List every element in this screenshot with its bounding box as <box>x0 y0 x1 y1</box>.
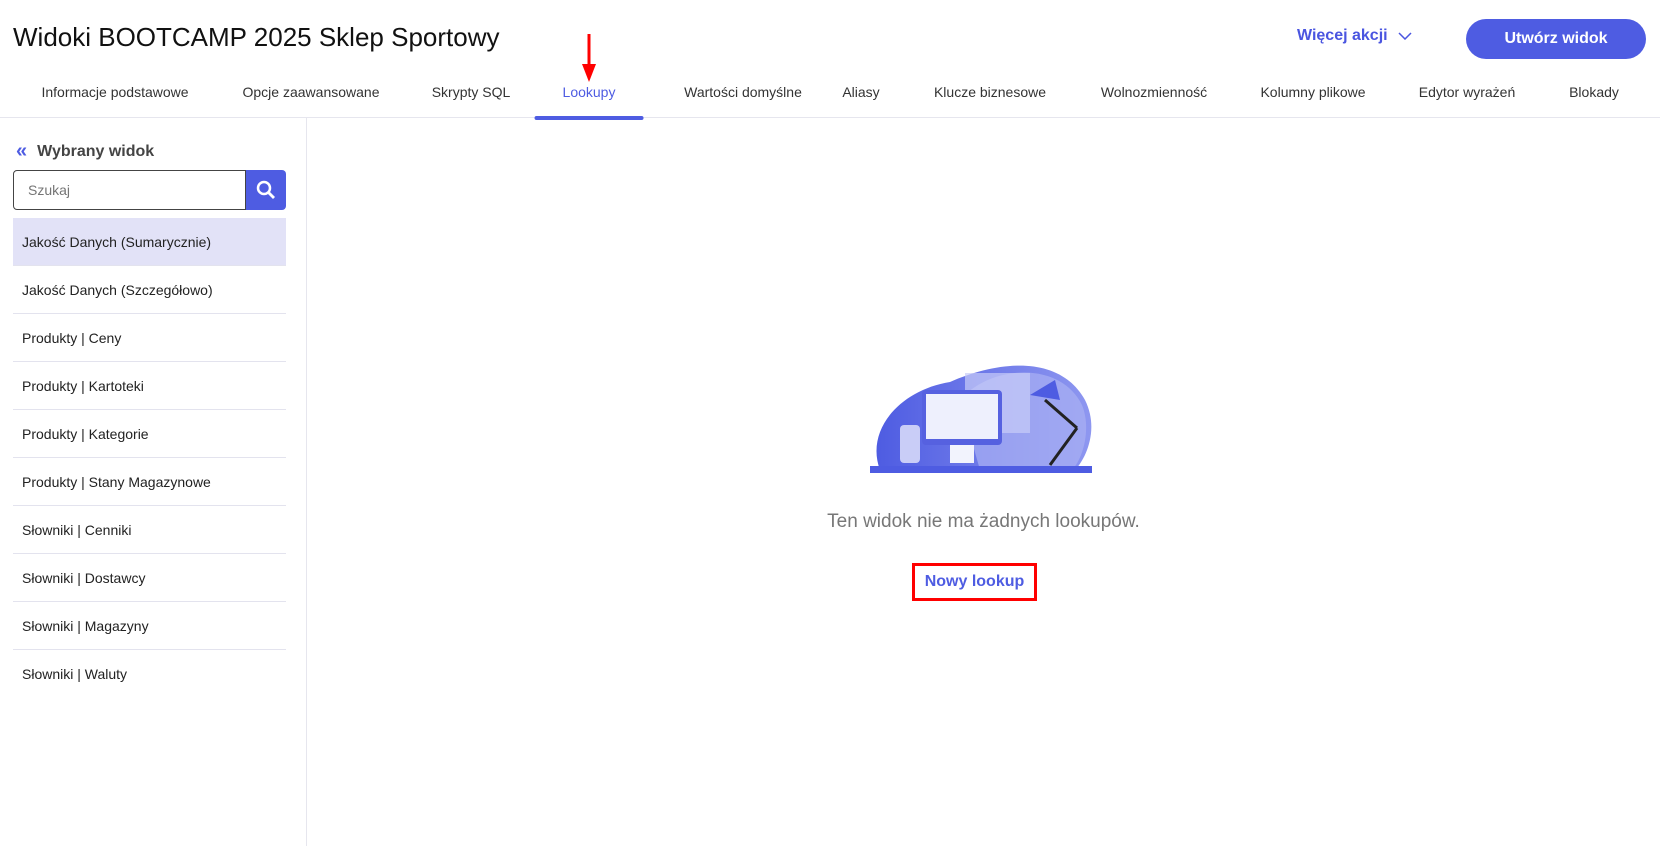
tab-business-keys[interactable]: Klucze biznesowe <box>934 84 1046 118</box>
chevron-down-icon <box>1398 27 1412 45</box>
list-item[interactable]: Jakość Danych (Sumarycznie) <box>13 218 286 266</box>
sidebar-header: « Wybrany widok <box>16 140 154 163</box>
tab-sql-scripts[interactable]: Skrypty SQL <box>432 84 511 118</box>
tab-lookups[interactable]: Lookupy <box>534 84 644 120</box>
list-item[interactable]: Słowniki | Magazyny <box>13 602 286 650</box>
search-box <box>13 170 286 210</box>
new-lookup-button[interactable]: Nowy lookup <box>912 563 1037 601</box>
view-list: Jakość Danych (Sumarycznie) Jakość Danyc… <box>13 218 286 698</box>
create-view-button[interactable]: Utwórz widok <box>1466 19 1646 59</box>
more-actions-dropdown[interactable]: Więcej akcji <box>1297 27 1412 45</box>
search-input[interactable] <box>13 170 246 210</box>
list-item[interactable]: Produkty | Kategorie <box>13 410 286 458</box>
collapse-double-chevron-icon[interactable]: « <box>16 140 27 163</box>
tab-slowly-changing[interactable]: Wolnozmienność <box>1101 84 1207 118</box>
more-actions-label: Więcej akcji <box>1297 27 1388 44</box>
sidebar: « Wybrany widok Jakość Danych (Sumaryczni… <box>0 118 307 846</box>
tab-basic-info[interactable]: Informacje podstawowe <box>41 84 188 118</box>
list-item[interactable]: Jakość Danych (Szczegółowo) <box>13 266 286 314</box>
search-icon <box>256 180 275 199</box>
list-item[interactable]: Produkty | Kartoteki <box>13 362 286 410</box>
tab-default-values[interactable]: Wartości domyślne <box>684 84 802 118</box>
tab-file-columns[interactable]: Kolumny plikowe <box>1260 84 1365 118</box>
tab-advanced-options[interactable]: Opcje zaawansowane <box>243 84 380 118</box>
tab-aliases[interactable]: Aliasy <box>842 84 879 118</box>
annotation-arrow <box>582 34 596 82</box>
sidebar-heading: Wybrany widok <box>37 142 155 160</box>
tab-bar: Informacje podstawowe Opcje zaawansowane… <box>0 78 1660 120</box>
search-button[interactable] <box>246 170 286 210</box>
page-title: Widoki BOOTCAMP 2025 Sklep Sportowy <box>13 22 500 52</box>
tab-locks[interactable]: Blokady <box>1569 84 1619 118</box>
empty-state-message: Ten widok nie ma żadnych lookupów. <box>827 511 1140 532</box>
list-item[interactable]: Słowniki | Dostawcy <box>13 554 286 602</box>
list-item[interactable]: Produkty | Stany Magazynowe <box>13 458 286 506</box>
list-item[interactable]: Słowniki | Waluty <box>13 650 286 698</box>
empty-state-illustration <box>870 365 1092 473</box>
list-item[interactable]: Produkty | Ceny <box>13 314 286 362</box>
tab-expression-editor[interactable]: Edytor wyrażeń <box>1419 84 1515 118</box>
